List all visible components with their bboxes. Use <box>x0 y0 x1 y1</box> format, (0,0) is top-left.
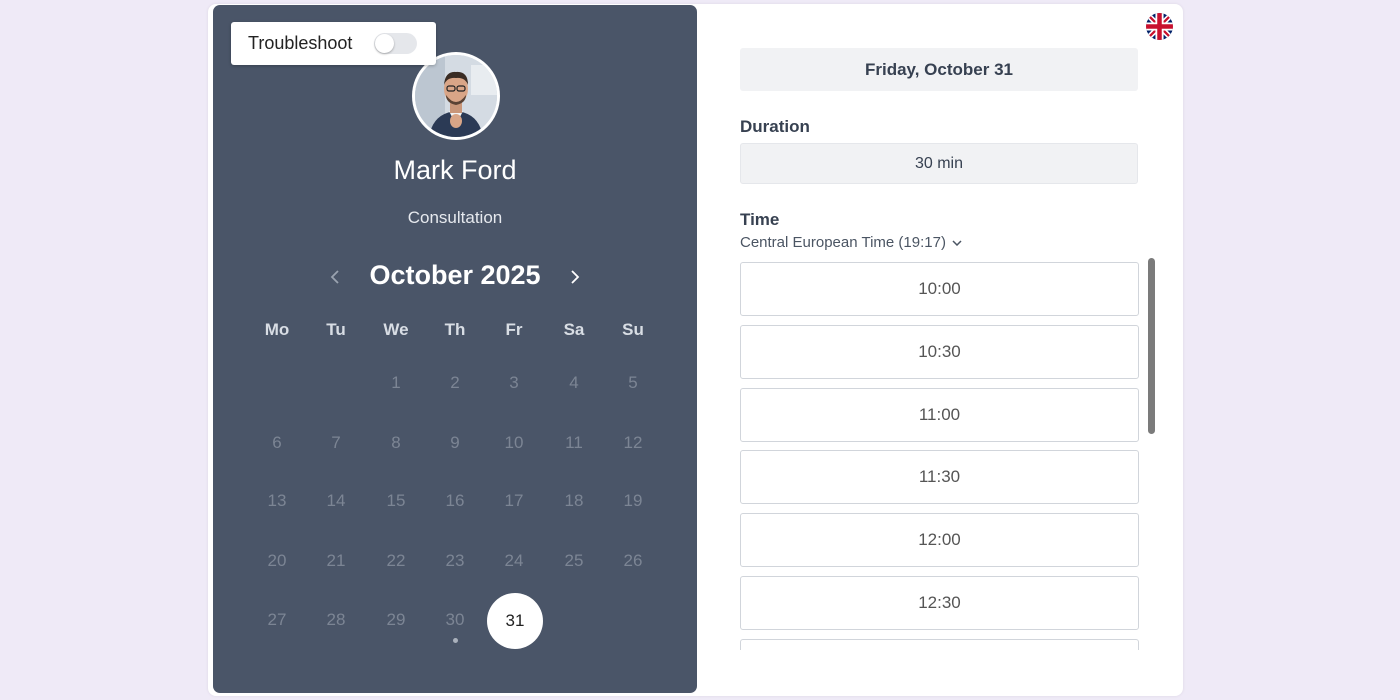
weekday-header: Fr <box>505 320 523 339</box>
event-type: Consultation <box>407 208 503 227</box>
weekday-header: Tu <box>326 320 346 339</box>
calendar-day: 5 <box>628 373 638 392</box>
weekday-header: Mo <box>264 320 290 339</box>
calendar-day: 25 <box>564 551 584 570</box>
selected-day[interactable]: 31 <box>487 593 543 649</box>
weekday-header: Th <box>444 320 466 339</box>
calendar-day: 17 <box>504 491 524 510</box>
today-indicator <box>453 638 458 643</box>
calendar-day: 1 <box>391 373 401 392</box>
calendar-day: 23 <box>445 551 465 570</box>
timezone-label: Central European Time (19:17) <box>740 234 946 251</box>
calendar-day: 2 <box>450 373 460 392</box>
calendar-day: 6 <box>272 433 282 452</box>
time-slot[interactable] <box>740 638 1139 650</box>
time-slot-list: 10:00 10:30 11:00 11:30 12:00 12:30 <box>740 262 1140 650</box>
month-title: October 2025 <box>369 260 541 290</box>
chevron-down-icon <box>952 239 962 246</box>
calendar-day: 15 <box>386 491 406 510</box>
calendar-day: 29 <box>386 610 406 629</box>
calendar-day: 3 <box>509 373 519 392</box>
duration-option[interactable]: 30 min <box>740 143 1138 184</box>
avatar <box>412 52 500 140</box>
troubleshoot-label: Troubleshoot <box>248 33 353 53</box>
calendar-day: 24 <box>504 551 524 570</box>
calendar-day: 20 <box>267 551 287 570</box>
calendar-day: 7 <box>331 433 341 452</box>
weekday-header: Sa <box>563 320 585 339</box>
calendar-day: 9 <box>450 433 460 452</box>
calendar-day: 12 <box>623 433 643 452</box>
calendar-day: 27 <box>267 610 287 629</box>
avatar-photo <box>415 55 497 137</box>
calendar-day: 28 <box>326 610 346 629</box>
time-slot[interactable]: 12:00 <box>740 513 1139 568</box>
avatar-illustration <box>415 55 497 137</box>
time-slot-scrollbar[interactable] <box>1148 258 1155 434</box>
calendar-day: 18 <box>564 491 584 510</box>
calendar-day: 10 <box>504 433 524 452</box>
timezone-selector[interactable]: Central European Time (19:17) <box>740 234 962 251</box>
calendar-day: 8 <box>391 433 401 452</box>
time-slot[interactable]: 10:00 <box>740 262 1139 316</box>
weekday-header: We <box>383 320 409 339</box>
time-slot[interactable]: 11:00 <box>740 387 1139 442</box>
chevron-right-icon <box>571 270 580 284</box>
next-month-button[interactable] <box>564 266 586 288</box>
calendar-day: 22 <box>386 551 406 570</box>
time-slot[interactable]: 10:30 <box>740 324 1139 379</box>
calendar-day: 16 <box>445 491 465 510</box>
toggle-knob <box>375 34 394 53</box>
host-name: Mark Ford <box>393 155 517 185</box>
time-slot[interactable]: 11:30 <box>740 450 1139 505</box>
time-label: Time <box>740 210 780 229</box>
time-slot[interactable]: 12:30 <box>740 576 1139 630</box>
calendar-day: 30 <box>445 610 465 629</box>
uk-flag-icon[interactable] <box>1146 13 1173 40</box>
selected-date-header: Friday, October 31 <box>740 48 1138 91</box>
calendar-day: 4 <box>569 373 579 392</box>
calendar-day: 26 <box>623 551 643 570</box>
weekday-header: Su <box>622 320 644 339</box>
calendar-day: 14 <box>326 491 346 510</box>
calendar-day: 21 <box>326 551 346 570</box>
troubleshoot-toggle[interactable] <box>374 33 417 54</box>
calendar-day: 13 <box>267 491 287 510</box>
troubleshoot-panel: Troubleshoot <box>231 22 436 65</box>
calendar-day: 19 <box>623 491 643 510</box>
calendar-day: 11 <box>565 433 583 452</box>
duration-label: Duration <box>740 117 810 136</box>
